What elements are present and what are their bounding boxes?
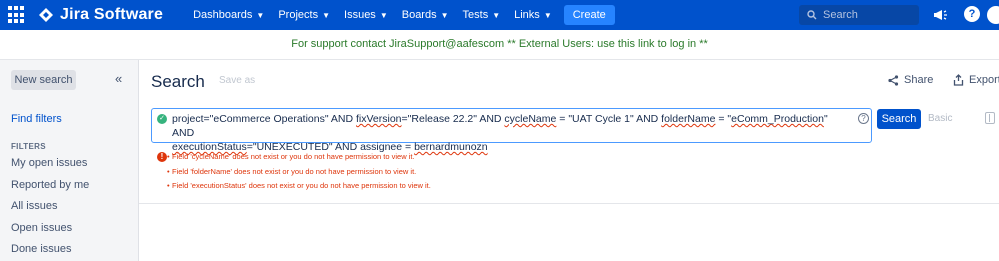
results-divider	[139, 203, 999, 204]
chevron-down-icon: ▼	[440, 10, 449, 20]
filter-reported-by-me[interactable]: Reported by me	[11, 179, 89, 201]
query-field-fixversion: fixVersion	[356, 113, 402, 125]
jql-query-input[interactable]: ✓ project="eCommerce Operations" AND fix…	[151, 108, 872, 153]
error-message: Field 'executionStatus' does not exist o…	[167, 181, 431, 196]
query-field-cyclename: cycleName	[504, 113, 557, 125]
share-icon	[888, 74, 899, 86]
help-icon[interactable]: ?	[964, 6, 982, 24]
nav-issues[interactable]: Issues ▼	[344, 9, 388, 21]
filter-done-issues[interactable]: Done issues	[11, 243, 89, 261]
jira-logo[interactable]: Jira Software	[38, 6, 163, 24]
query-value-ecomm-production: eComm_Production	[731, 113, 824, 125]
layout-switcher-icon[interactable]	[985, 112, 995, 124]
nav-boards-label: Boards	[401, 9, 437, 21]
create-button[interactable]: Create	[563, 5, 615, 25]
query-segment: ="Release 22.2" AND	[401, 113, 505, 125]
query-segment: = "UAT Cycle 1" AND	[556, 113, 662, 125]
save-as-button[interactable]: Save as	[219, 75, 255, 86]
nav-dashboards-label: Dashboards	[193, 9, 253, 21]
filters-heading: FILTERS	[11, 142, 46, 151]
error-message: Field 'folderName' does not exist or you…	[167, 167, 431, 182]
chevron-down-icon: ▼	[543, 10, 552, 20]
check-circle-icon: ✓	[157, 114, 167, 124]
query-help-icon[interactable]: ?	[858, 113, 869, 124]
chevron-down-icon: ▼	[322, 10, 331, 20]
chevron-down-icon: ▼	[492, 10, 501, 20]
query-segment: = "	[715, 113, 732, 125]
jql-query-text: project="eCommerce Operations" AND fixVe…	[172, 112, 852, 154]
jira-logo-icon	[39, 8, 53, 22]
new-search-button[interactable]: New search	[11, 70, 76, 90]
find-filters-link[interactable]: Find filters	[11, 113, 62, 125]
filter-all-issues[interactable]: All issues	[11, 200, 89, 222]
error-message: Field 'cycleName' does not exist or you …	[167, 152, 431, 167]
collapse-sidebar-icon[interactable]: «	[115, 71, 122, 86]
nav-dashboards[interactable]: Dashboards ▼	[193, 9, 264, 21]
nav-boards[interactable]: Boards ▼	[402, 9, 449, 21]
error-icon: !	[157, 152, 167, 162]
query-segment: project="eCommerce Operations" AND	[172, 113, 356, 125]
app-switcher-icon[interactable]	[8, 6, 26, 24]
avatar[interactable]	[987, 6, 999, 24]
filter-list: My open issues Reported by me All issues…	[11, 157, 89, 261]
nav-links-label: Links	[514, 9, 540, 21]
nav-projects-label: Projects	[278, 9, 319, 21]
export-button[interactable]: Export	[953, 74, 999, 86]
filter-my-open-issues[interactable]: My open issues	[11, 157, 89, 179]
megaphone-icon[interactable]	[933, 6, 951, 24]
share-button[interactable]: Share	[888, 74, 933, 86]
search-icon	[807, 10, 817, 20]
export-icon	[953, 74, 964, 86]
top-navigation: Jira Software Dashboards ▼ Projects ▼ Issu…	[0, 0, 999, 30]
global-search-input[interactable]: Search	[799, 5, 919, 25]
nav-projects[interactable]: Projects ▼	[278, 9, 330, 21]
chevron-down-icon: ▼	[256, 10, 265, 20]
chevron-down-icon: ▼	[379, 10, 388, 20]
query-field-foldername: folderName	[661, 113, 716, 125]
support-banner: For support contact JiraSupport@aafescom…	[0, 30, 999, 60]
nav-tests[interactable]: Tests ▼	[463, 9, 501, 21]
search-placeholder: Search	[823, 9, 858, 21]
export-label: Export	[969, 74, 999, 86]
nav-links[interactable]: Links ▼	[514, 9, 552, 21]
search-button[interactable]: Search	[877, 109, 921, 129]
product-name: Jira Software	[60, 6, 164, 23]
nav-tests-label: Tests	[462, 9, 489, 21]
page-title: Search	[151, 72, 205, 91]
nav-issues-label: Issues	[344, 9, 376, 21]
share-label: Share	[904, 74, 934, 86]
basic-mode-link[interactable]: Basic	[928, 113, 952, 124]
filter-open-issues[interactable]: Open issues	[11, 222, 89, 244]
sidebar: New search « Find filters FILTERS My ope…	[0, 60, 139, 261]
error-list: Field 'cycleName' does not exist or you …	[167, 152, 431, 196]
